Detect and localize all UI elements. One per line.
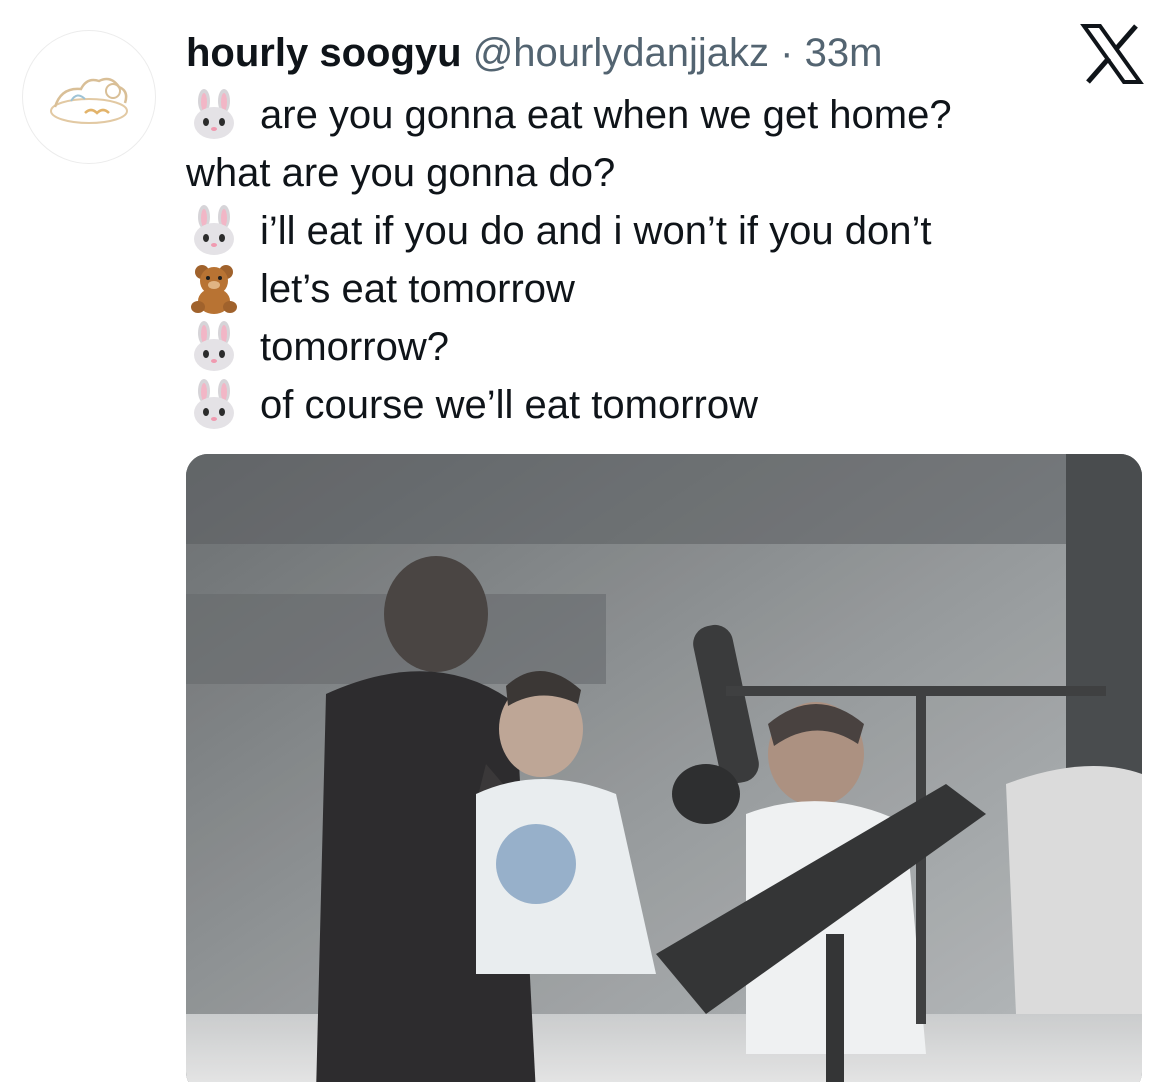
tweet-media-photo[interactable]	[186, 454, 1142, 1082]
tweet-timestamp[interactable]: 33m	[805, 31, 883, 75]
author-handle[interactable]: @hourlydanjjakz	[473, 31, 769, 75]
tweet-line-text: of course we’ll eat tomorrow	[260, 382, 758, 427]
tweet-line: are you gonna eat when we get home?	[186, 86, 1086, 144]
author-avatar[interactable]	[22, 30, 156, 164]
tweet-line-text: i’ll eat if you do and i won’t if you do…	[260, 208, 932, 253]
rabbit-face-icon	[186, 321, 242, 373]
tweet-line-text: are you gonna eat when we get home?	[260, 92, 952, 137]
tweet-line-text: what are you gonna do?	[186, 150, 616, 195]
tweet-line-text: tomorrow?	[260, 324, 449, 369]
tweet-line: tomorrow?	[186, 318, 1086, 376]
rabbit-face-icon	[186, 89, 242, 141]
tweet-line-text: let’s eat tomorrow	[260, 266, 575, 311]
tweet-line: of course we’ll eat tomorrow	[186, 376, 1086, 434]
tweet-header: hourly soogyu @hourlydanjjakz · 33m	[186, 28, 882, 78]
tweet-line: what are you gonna do?	[186, 144, 1086, 202]
tweet-text: are you gonna eat when we get home? what…	[186, 86, 1086, 434]
tweet-line: i’ll eat if you do and i won’t if you do…	[186, 202, 1086, 260]
teddy-bear-icon	[186, 263, 242, 315]
separator-dot: ·	[780, 31, 794, 75]
x-logo-icon	[1080, 24, 1144, 84]
rabbit-face-icon	[186, 205, 242, 257]
author-name[interactable]: hourly soogyu	[186, 31, 462, 75]
sleeping-bunny-avatar-icon	[50, 77, 128, 124]
rabbit-face-icon	[186, 379, 242, 431]
tweet-line: let’s eat tomorrow	[186, 260, 1086, 318]
